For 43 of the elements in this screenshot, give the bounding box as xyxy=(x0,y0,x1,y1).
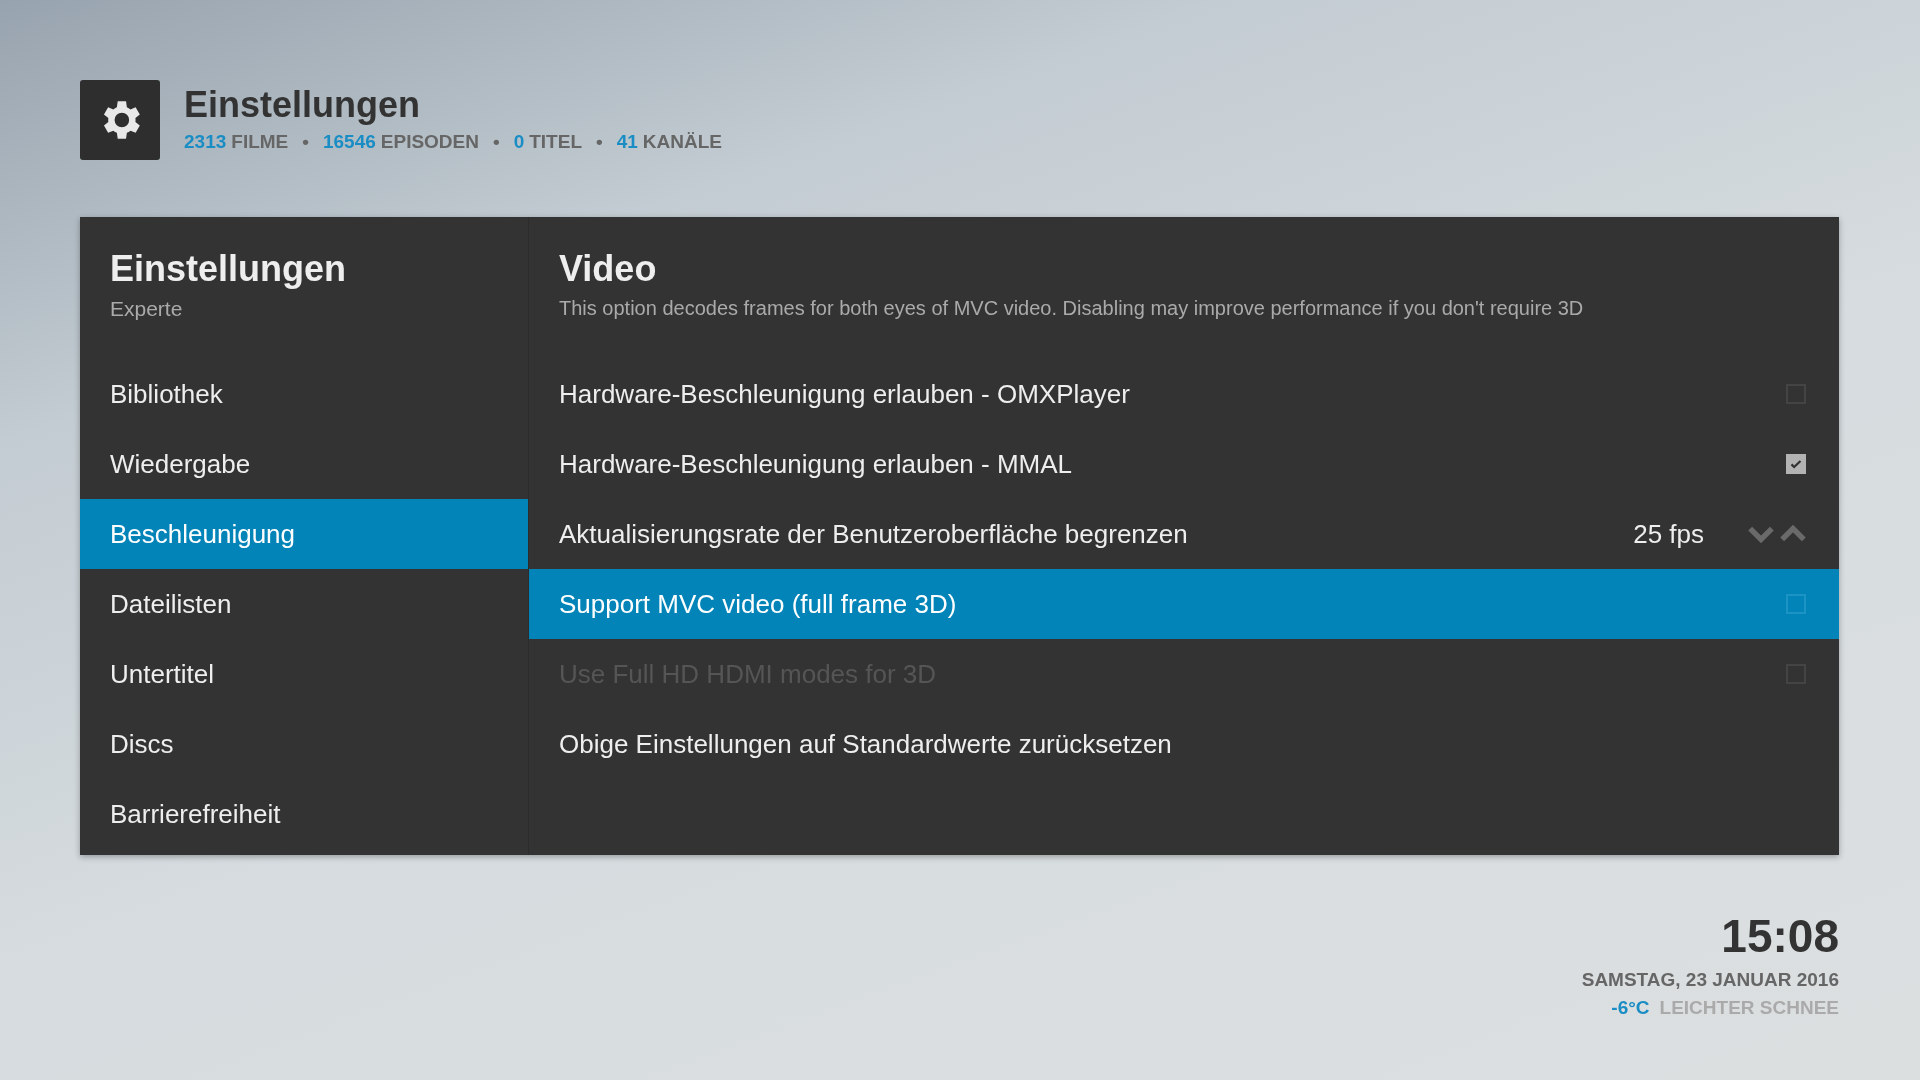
setting-label: Support MVC video (full frame 3D) xyxy=(559,588,958,620)
setting-label: Hardware-Beschleunigung erlauben - MMAL xyxy=(559,448,1074,480)
stat-count: 0 xyxy=(513,131,525,153)
setting-row[interactable]: Obige Einstellungen auf Standardwerte zurücksetzen xyxy=(529,709,1839,779)
sidebar-item[interactable]: Barrierefreiheit xyxy=(80,779,528,849)
clock-time: 15:08 xyxy=(1721,913,1839,959)
stat-count: 41 xyxy=(616,131,638,153)
stat-count: 2313 xyxy=(184,131,227,153)
section-title: Video xyxy=(558,247,658,291)
setting-row[interactable]: Support MVC video (full frame 3D) xyxy=(529,569,1839,639)
setting-description: This option decodes frames for both eyes of MVC video. Disabling may improve performance if you don't require 3D xyxy=(558,297,1585,321)
stat-unit: FILME xyxy=(231,131,289,153)
check-icon xyxy=(1790,458,1802,470)
sidebar-item[interactable]: Discs xyxy=(80,709,528,779)
sidebar-item[interactable]: Bibliothek xyxy=(80,359,528,429)
separator-dot: • xyxy=(493,131,500,153)
stat-unit: KANÄLE xyxy=(642,131,722,153)
date-text: SAMSTAG, 23 JANUAR 2016 xyxy=(1581,969,1839,991)
temperature: -6°C xyxy=(1611,997,1650,1019)
chevron-up-icon[interactable] xyxy=(1780,525,1806,543)
sidebar-item[interactable]: Untertitel xyxy=(80,639,528,709)
setting-label: Hardware-Beschleunigung erlauben - OMXPlayer xyxy=(559,378,1131,410)
settings-icon xyxy=(80,80,160,160)
sidebar-subtitle: Experte xyxy=(109,297,184,322)
sidebar-title: Einstellungen xyxy=(109,247,348,291)
setting-label: Obige Einstellungen auf Standardwerte zurücksetzen xyxy=(559,728,1173,760)
sidebar-item[interactable]: Beschleunigung xyxy=(80,499,528,569)
stat-count: 16546 xyxy=(322,131,376,153)
separator-dot: • xyxy=(302,131,309,153)
setting-row[interactable]: Hardware-Beschleunigung erlauben - OMXPlayer xyxy=(529,359,1839,429)
setting-value: 25 fps xyxy=(1633,518,1704,550)
header-title: Einstellungen xyxy=(184,87,422,123)
setting-row[interactable]: Hardware-Beschleunigung erlauben - MMAL xyxy=(529,429,1839,499)
sidebar-item[interactable]: Dateilisten xyxy=(80,569,528,639)
separator-dot: • xyxy=(596,131,603,153)
stat-unit: TITEL xyxy=(529,131,582,153)
setting-label: Aktualisierungsrate der Benutzeroberfläche begrenzen xyxy=(559,518,1189,550)
stat-unit: EPISODEN xyxy=(380,131,479,153)
chevron-down-icon[interactable] xyxy=(1748,525,1774,543)
checkbox[interactable] xyxy=(1786,594,1806,614)
setting-row[interactable]: Aktualisierungsrate der Benutzeroberfläche begrenzen 25 fps xyxy=(529,499,1839,569)
sidebar-item[interactable]: Wiedergabe xyxy=(80,429,528,499)
checkbox[interactable] xyxy=(1786,454,1806,474)
